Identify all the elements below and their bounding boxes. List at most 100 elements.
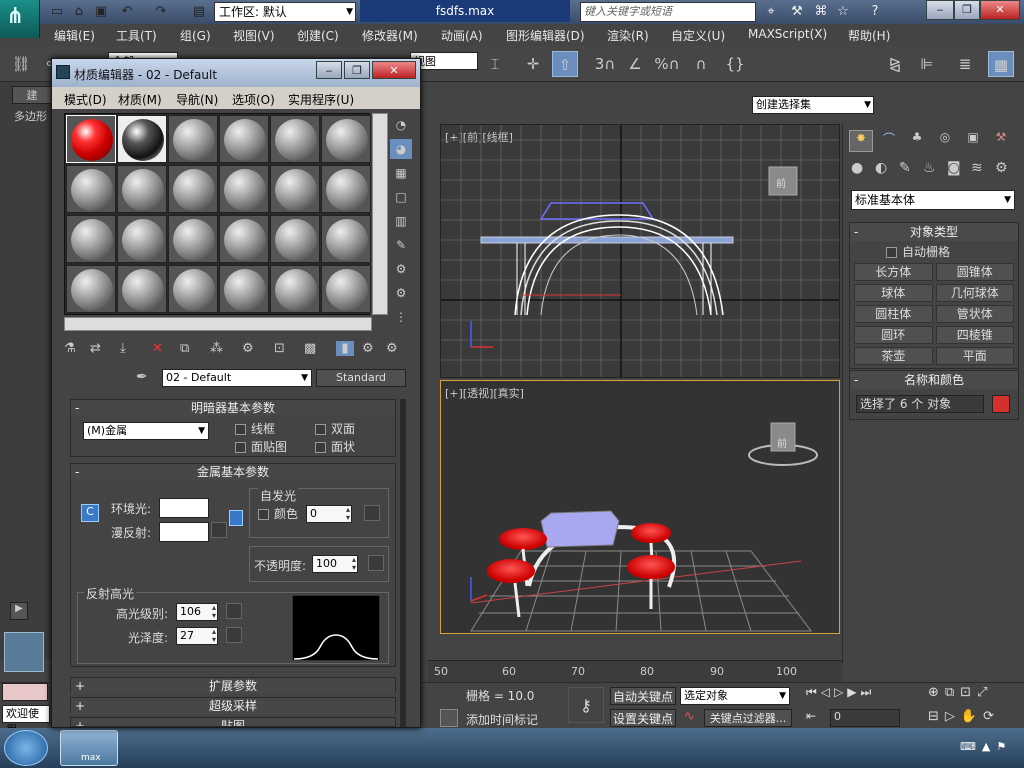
sample-slot[interactable] bbox=[168, 215, 218, 263]
two-sided-checkbox[interactable] bbox=[315, 424, 326, 435]
background-checker-icon[interactable]: ▦ bbox=[390, 163, 412, 183]
me-menu-mode[interactable]: 模式(D) bbox=[64, 91, 107, 108]
menu-create[interactable]: 创建(C) bbox=[297, 27, 339, 44]
sample-slot[interactable] bbox=[168, 265, 218, 313]
maxscript-listener-mini[interactable] bbox=[2, 683, 48, 701]
spec-level-spinner[interactable]: 106 ▴ ▾ bbox=[176, 603, 218, 621]
me-menu-navigation[interactable]: 导航(N) bbox=[176, 91, 218, 108]
align-icon[interactable]: ⊫ bbox=[914, 51, 940, 77]
named-selection-set-dropdown[interactable]: 创建选择集 ▼ bbox=[752, 96, 874, 114]
project-folder-icon[interactable]: ▤ bbox=[190, 3, 208, 21]
options-icon[interactable]: ⚙ bbox=[390, 259, 412, 279]
extended-params-rollup[interactable]: + 扩展参数 bbox=[70, 677, 396, 694]
system-tray[interactable]: ⌨▲⚑ bbox=[960, 740, 1020, 756]
tube-button[interactable]: 管状体 bbox=[935, 305, 1014, 323]
slots-vscrollbar[interactable] bbox=[372, 113, 388, 315]
redo-icon[interactable]: ↷ bbox=[152, 3, 170, 21]
plane-button[interactable]: 平面 bbox=[935, 347, 1014, 365]
sample-slot[interactable] bbox=[219, 215, 269, 263]
workspace-dropdown[interactable]: 工作区: 默认 ▼ bbox=[214, 2, 356, 22]
close-button[interactable]: ✕ bbox=[980, 0, 1020, 20]
two-sided-option[interactable]: 双面 bbox=[315, 420, 355, 437]
pivot-center-icon[interactable]: ⌶ bbox=[482, 51, 508, 77]
sample-slot[interactable] bbox=[66, 265, 116, 313]
me-menu-options[interactable]: 选项(O) bbox=[232, 91, 275, 108]
sample-slot[interactable] bbox=[270, 215, 320, 263]
sample-type-icon[interactable]: ◔ bbox=[390, 115, 412, 135]
undo-icon[interactable]: ↶ bbox=[118, 3, 136, 21]
keyboard-shortcut-override-icon[interactable]: ⇧ bbox=[552, 51, 578, 77]
app-logo-button[interactable]: ⋔ bbox=[0, 0, 40, 38]
torus-button[interactable]: 圆环 bbox=[854, 326, 933, 344]
ribbon-tab[interactable]: 建 bbox=[12, 86, 52, 104]
sample-slot[interactable] bbox=[321, 115, 371, 163]
select-by-material-icon[interactable]: ⚙ bbox=[390, 283, 412, 303]
percent-snap-icon[interactable]: %∩ bbox=[654, 51, 680, 77]
rollout-header[interactable]: + 扩展参数 bbox=[71, 678, 395, 694]
expand-arrow-icon[interactable]: ▶ bbox=[10, 602, 28, 620]
sample-slot[interactable] bbox=[321, 265, 371, 313]
sample-slot[interactable] bbox=[219, 115, 269, 163]
menu-modifiers[interactable]: 修改器(M) bbox=[362, 27, 418, 44]
assign-material-icon[interactable]: ⤓ bbox=[120, 341, 126, 356]
make-preview-icon[interactable]: ✎ bbox=[390, 235, 412, 255]
hierarchy-tab-icon[interactable]: ♣ bbox=[905, 130, 929, 152]
menu-animation[interactable]: 动画(A) bbox=[441, 27, 483, 44]
sample-slot[interactable] bbox=[66, 215, 116, 263]
shapes-icon[interactable]: ◐ bbox=[875, 160, 887, 176]
rollout-header[interactable]: - 明暗器基本参数 bbox=[71, 400, 395, 416]
tools-icon[interactable]: ⚒ bbox=[788, 3, 806, 21]
helpers-icon[interactable]: ◙ bbox=[947, 160, 961, 176]
new-file-icon[interactable]: ▭ bbox=[48, 3, 66, 21]
sample-slot[interactable] bbox=[321, 215, 371, 263]
object-name-field[interactable]: 选择了 6 个 对象 bbox=[856, 395, 984, 413]
menu-help[interactable]: 帮助(H) bbox=[848, 27, 890, 44]
autogrid-row[interactable]: 自动栅格 bbox=[850, 241, 1018, 260]
ribbon-poly-label[interactable]: 多边形 bbox=[14, 108, 47, 124]
sample-slot[interactable] bbox=[66, 165, 116, 213]
add-time-tag-label[interactable]: 添加时间标记 bbox=[466, 711, 538, 728]
maps-rollup[interactable]: + 贴图 bbox=[70, 717, 396, 727]
make-unique-icon[interactable]: ⁂ bbox=[210, 341, 223, 356]
video-color-check-icon[interactable]: ▥ bbox=[390, 211, 412, 231]
start-button[interactable] bbox=[4, 730, 48, 766]
menu-maxscript[interactable]: MAXScript(X) bbox=[748, 27, 827, 41]
set-key-button[interactable]: 设置关键点 bbox=[610, 709, 676, 727]
menu-rendering[interactable]: 渲染(R) bbox=[607, 27, 649, 44]
me-menu-utilities[interactable]: 实用程序(U) bbox=[288, 91, 354, 108]
viewport-layout-icon[interactable] bbox=[4, 632, 44, 672]
key-mode-dropdown[interactable]: 选定对象 ▼ bbox=[680, 687, 790, 705]
lock-ambient-diffuse-button[interactable]: C bbox=[81, 504, 99, 522]
rollout-header[interactable]: + 超级采样 bbox=[71, 698, 395, 714]
gloss-map-button[interactable] bbox=[226, 627, 242, 643]
graphite-toolbar-icon[interactable]: ▦ bbox=[988, 51, 1014, 77]
menu-group[interactable]: 组(G) bbox=[180, 27, 211, 44]
teapot-button[interactable]: 茶壶 bbox=[854, 347, 933, 365]
sphere-button[interactable]: 球体 bbox=[854, 284, 933, 302]
opacity-map-button[interactable] bbox=[368, 555, 384, 571]
show-map-icon[interactable]: ▩ bbox=[304, 341, 316, 356]
menu-views[interactable]: 视图(V) bbox=[233, 27, 275, 44]
gloss-spinner[interactable]: 27 ▴ ▾ bbox=[176, 627, 218, 645]
me-close-button[interactable]: ✕ bbox=[372, 61, 416, 79]
save-icon[interactable]: ▣ bbox=[92, 3, 110, 21]
get-material-icon[interactable]: ⚗ bbox=[64, 341, 76, 356]
time-ruler[interactable]: 50 60 70 80 90 100 bbox=[428, 660, 842, 682]
sample-slot[interactable] bbox=[168, 115, 218, 163]
faceted-option[interactable]: 面状 bbox=[315, 438, 355, 455]
menu-customize[interactable]: 自定义(U) bbox=[671, 27, 725, 44]
cylinder-button[interactable]: 圆柱体 bbox=[854, 305, 933, 323]
utilities-tab-icon[interactable]: ⚒ bbox=[989, 130, 1013, 152]
angle-snap-icon[interactable]: ∠ bbox=[622, 51, 648, 77]
key-mode-toggle-icon[interactable]: ⇤ bbox=[806, 709, 824, 727]
subscription-icon[interactable]: ⌘ bbox=[812, 3, 830, 21]
snaps-toggle-icon[interactable]: 3∩ bbox=[592, 51, 618, 77]
params-scrollbar[interactable] bbox=[400, 399, 406, 727]
key-filters-button[interactable]: 关键点过滤器... bbox=[704, 709, 792, 727]
spec-level-map-button[interactable] bbox=[226, 603, 242, 619]
select-manipulate-icon[interactable]: ✛ bbox=[520, 51, 546, 77]
geosphere-button[interactable]: 几何球体 bbox=[935, 284, 1014, 302]
cone-button[interactable]: 圆锥体 bbox=[935, 263, 1014, 281]
taskbar-3dsmax-button[interactable]: max bbox=[60, 730, 118, 766]
faceted-checkbox[interactable] bbox=[315, 442, 326, 453]
